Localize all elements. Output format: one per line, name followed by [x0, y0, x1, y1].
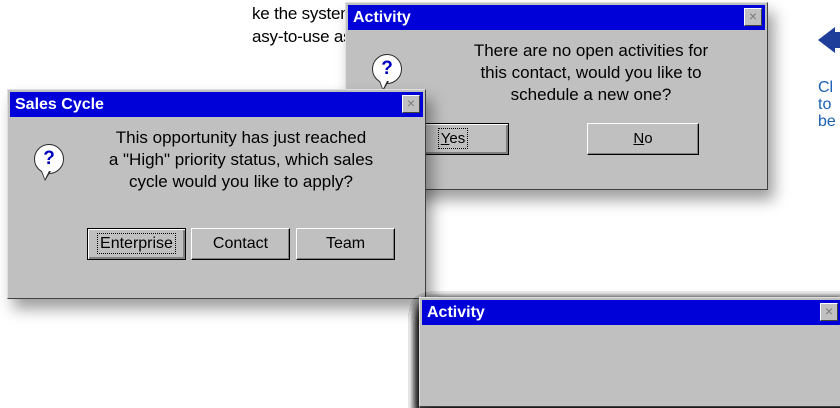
question-mark: ? [43, 148, 55, 169]
close-icon: × [824, 303, 834, 319]
enterprise-button-label: Enterprise [97, 233, 176, 254]
activity-dialog-bottom-content: Activity × [419, 297, 840, 407]
close-icon: × [748, 8, 758, 24]
dialog-title: Sales Cycle [15, 96, 104, 113]
message-line-3: schedule a new one? [510, 85, 672, 104]
contact-button[interactable]: Contact [191, 228, 290, 260]
back-arrow-tail [835, 32, 840, 48]
message-line-1: There are no open activities for [473, 41, 709, 60]
enterprise-button[interactable]: Enterprise [87, 228, 186, 260]
message-line-2: a "High" priority status, which sales [108, 150, 374, 169]
dialog-title: Activity [353, 9, 411, 26]
question-icon: ? [372, 54, 402, 91]
side-caption-line-3: be [818, 113, 836, 130]
no-button-label: No [633, 130, 653, 147]
yes-button-label: Yes [437, 128, 469, 149]
side-caption-line-2: to [818, 96, 832, 113]
back-arrow-icon[interactable] [818, 27, 835, 53]
close-button[interactable]: × [402, 95, 420, 113]
sales-cycle-dialog-titlebar[interactable]: Sales Cycle × [10, 92, 423, 117]
message-line-1: This opportunity has just reached [115, 128, 367, 147]
dialog-title: Activity [427, 304, 485, 321]
close-icon: × [406, 95, 416, 111]
side-caption: Cl to be [818, 79, 836, 130]
question-mark: ? [381, 58, 393, 79]
dialog-message: There are no open activities for this co… [426, 40, 756, 106]
no-button[interactable]: No [587, 123, 699, 155]
close-button[interactable]: × [820, 303, 838, 321]
side-caption-line-1: Cl [818, 79, 834, 96]
message-line-2: this contact, would you like to [480, 63, 702, 82]
team-button-label: Team [325, 235, 366, 252]
contact-button-label: Contact [212, 235, 269, 252]
dialog-message: This opportunity has just reached a "Hig… [76, 127, 406, 193]
close-button[interactable]: × [744, 8, 762, 26]
message-line-3: cycle would you like to apply? [129, 172, 353, 191]
activity-dialog-bottom-titlebar[interactable]: Activity × [422, 300, 840, 325]
activity-dialog-top-titlebar[interactable]: Activity × [348, 5, 765, 30]
team-button[interactable]: Team [296, 228, 395, 260]
question-icon: ? [34, 144, 64, 181]
sales-cycle-dialog: Sales Cycle × ? This opportunity has jus… [7, 89, 426, 299]
